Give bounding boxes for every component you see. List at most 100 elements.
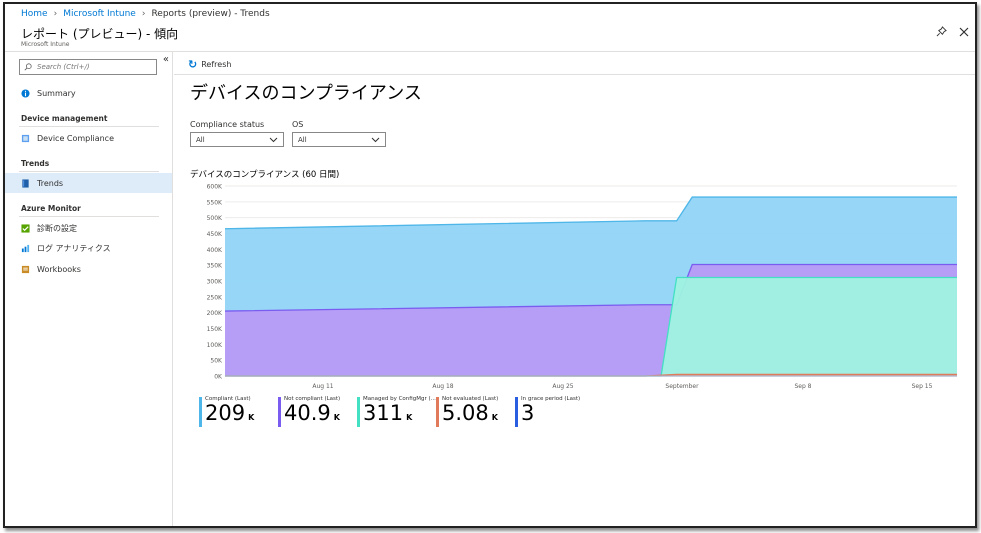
legend-unit: K (491, 413, 498, 422)
compliance-status-label: Compliance status (190, 120, 265, 129)
legend-color-bar (515, 397, 518, 427)
legend-value: 5.08 K (442, 402, 515, 429)
section-heading-trends: Trends (21, 159, 50, 168)
double-chevron-left-icon[interactable]: « (163, 54, 169, 65)
legend-color-bar (199, 397, 202, 427)
section-heading-azure-monitor: Azure Monitor (21, 204, 81, 213)
sidebar-item-label: Trends (37, 178, 64, 188)
search-input[interactable] (37, 63, 147, 71)
section-heading-device-management: Device management (21, 114, 108, 123)
sidebar: « Summary Device management Device Compl… (5, 52, 173, 526)
y-tick-label: 50K (210, 358, 223, 365)
sidebar-item-label: 診断の設定 (37, 223, 77, 233)
search-box[interactable] (19, 59, 157, 75)
legend-number: 40.9 (284, 401, 331, 425)
log-analytics-icon (21, 244, 30, 252)
legend-value: 311 K (363, 402, 436, 429)
x-tick-label: Sep 8 (794, 383, 811, 390)
x-tick-label: Aug 11 (312, 383, 333, 390)
page-title: デバイスのコンプライアンス (190, 83, 422, 104)
legend-value: 40.9 K (284, 402, 357, 429)
x-tick-label: Aug 18 (432, 383, 453, 390)
info-icon (21, 88, 30, 98)
compliance-status-value: All (196, 135, 205, 144)
os-dropdown[interactable]: All (292, 132, 386, 147)
search-icon (24, 63, 32, 71)
blade-title: レポート (プレビュー) - 傾向 (21, 27, 179, 41)
blade-subtitle: Microsoft Intune (21, 41, 70, 48)
book-icon (22, 178, 29, 188)
breadcrumb: Home › Microsoft Intune › Reports (previ… (21, 9, 270, 19)
window-frame: Home › Microsoft Intune › Reports (previ… (3, 2, 977, 528)
chevron-down-icon (371, 137, 380, 142)
y-tick-label: 600K (207, 184, 223, 191)
legend-color-bar (278, 397, 281, 427)
os-filter: OS All (292, 120, 386, 147)
sidebar-item-label: Device Compliance (37, 133, 114, 143)
sidebar-item-label: ログ アナリティクス (37, 243, 111, 253)
legend-item[interactable]: Not compliant (Last) 40.9 K (278, 396, 357, 428)
y-tick-label: 450K (207, 231, 223, 238)
divider (19, 171, 159, 172)
x-tick-label: September (665, 383, 699, 390)
divider (19, 216, 159, 217)
breadcrumb-separator-icon: › (141, 9, 146, 19)
y-tick-label: 0K (214, 374, 223, 381)
legend-color-bar (436, 397, 439, 427)
os-label: OS (292, 120, 304, 129)
sidebar-item-trends[interactable]: Trends (5, 173, 172, 193)
y-tick-label: 300K (207, 279, 223, 286)
sidebar-item-summary[interactable]: Summary (5, 83, 172, 103)
sidebar-item-workbooks[interactable]: Workbooks (5, 259, 172, 279)
x-tick-label: Aug 25 (552, 383, 573, 390)
legend-value: 209 K (205, 402, 278, 429)
y-tick-label: 200K (207, 310, 223, 317)
diagnostics-settings-icon (21, 223, 30, 233)
legend-item[interactable]: Not evaluated (Last) 5.08 K (436, 396, 515, 428)
y-tick-label: 350K (207, 263, 223, 270)
y-tick-label: 100K (207, 342, 223, 349)
sidebar-item-log-analytics[interactable]: ログ アナリティクス (5, 238, 172, 258)
legend-number: 3 (521, 401, 535, 425)
sidebar-item-device-compliance[interactable]: Device Compliance (5, 128, 172, 148)
divider (19, 126, 159, 127)
breadcrumb-separator-icon: › (53, 9, 58, 19)
legend-item[interactable]: Compliant (Last) 209 K (199, 396, 278, 428)
legend-number: 5.08 (442, 401, 489, 425)
toolbar-divider (174, 74, 975, 75)
legend-item[interactable]: Managed by ConfigMgr (... 311 K (357, 396, 436, 428)
legend-unit: K (406, 413, 413, 422)
close-icon[interactable] (959, 26, 969, 40)
legend-unit: K (248, 413, 255, 422)
x-tick-label: Sep 15 (912, 383, 933, 390)
sidebar-item-label: Workbooks (37, 264, 81, 274)
legend-value: 3 (521, 402, 594, 429)
legend-number: 311 (363, 401, 404, 425)
refresh-label: Refresh (201, 60, 232, 69)
main-content: ↻ Refresh デバイスのコンプライアンス Compliance statu… (174, 52, 975, 526)
y-tick-label: 400K (207, 247, 223, 254)
legend-number: 209 (205, 401, 246, 425)
breadcrumb-intune[interactable]: Microsoft Intune (63, 9, 136, 19)
legend-item[interactable]: In grace period (Last) 3 (515, 396, 594, 428)
y-tick-label: 150K (207, 326, 223, 333)
sidebar-item-diagnostics[interactable]: 診断の設定 (5, 218, 172, 238)
y-tick-label: 500K (207, 215, 223, 222)
pin-icon[interactable] (936, 26, 947, 40)
compliance-status-filter: Compliance status All (190, 120, 284, 147)
refresh-icon: ↻ (188, 58, 198, 71)
y-tick-label: 550K (207, 199, 223, 206)
refresh-button[interactable]: ↻ Refresh (188, 58, 231, 71)
compliance-status-dropdown[interactable]: All (190, 132, 284, 147)
breadcrumb-current: Reports (preview) - Trends (151, 9, 270, 19)
legend-unit: K (333, 413, 340, 422)
workbook-icon (21, 265, 30, 273)
sidebar-item-label: Summary (37, 88, 76, 98)
device-icon (21, 134, 30, 142)
compliance-area-chart: 600K 550K 500K 450K 400K 350K 300K 250K 200K 150K… (207, 184, 957, 390)
chart-legend: Compliant (Last) 209 K Not compliant (Last)… (199, 396, 594, 428)
chevron-down-icon (269, 137, 278, 142)
y-tick-label: 250K (207, 294, 223, 301)
breadcrumb-home[interactable]: Home (21, 9, 48, 19)
legend-color-bar (357, 397, 360, 427)
